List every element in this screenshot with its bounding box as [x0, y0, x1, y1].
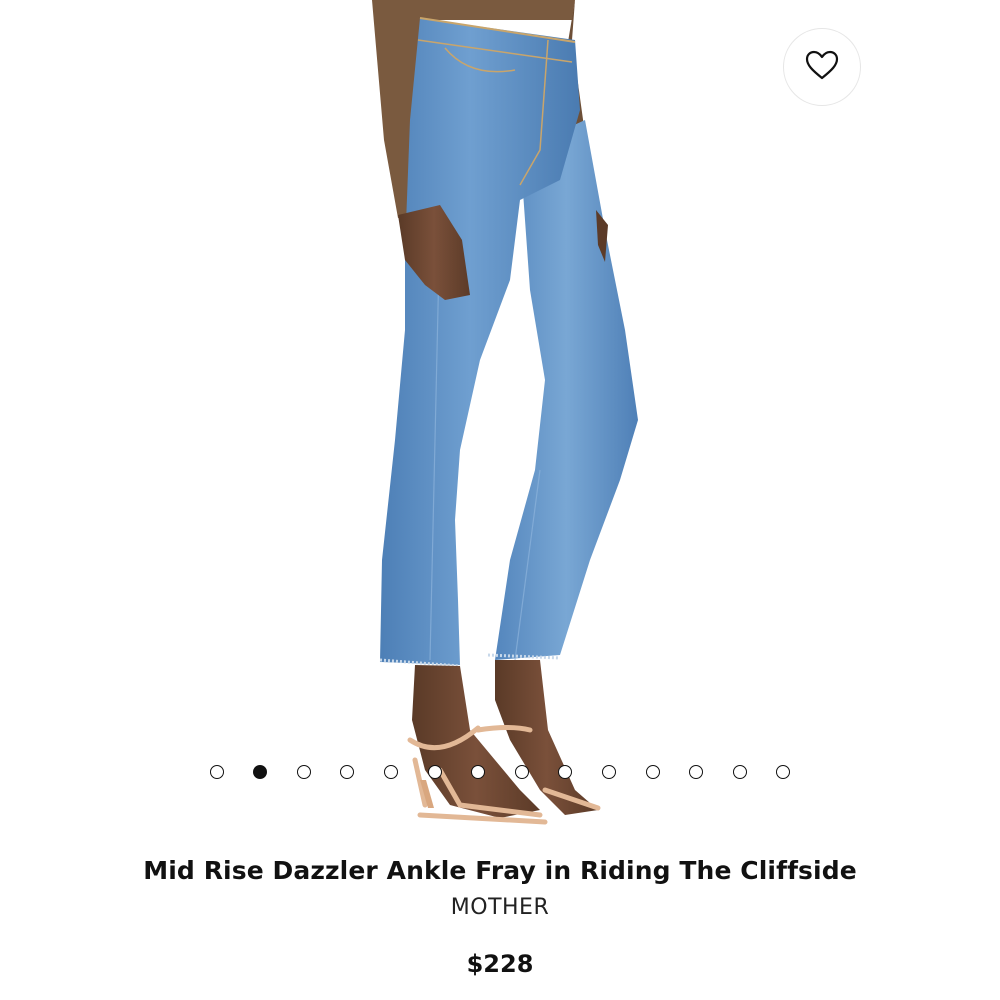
- product-price: $228: [466, 950, 534, 978]
- product-image-gallery[interactable]: [0, 0, 1000, 845]
- pagination-dot[interactable]: [558, 765, 573, 779]
- product-title[interactable]: Mid Rise Dazzler Ankle Fray in Riding Th…: [0, 856, 1000, 885]
- pagination-dot[interactable]: [645, 765, 660, 779]
- product-detail-page: Mid Rise Dazzler Ankle Fray in Riding Th…: [0, 0, 1000, 1000]
- pagination-dot[interactable]: [253, 765, 268, 779]
- product-brand[interactable]: MOTHER: [0, 895, 1000, 920]
- pagination-dot[interactable]: [340, 765, 355, 779]
- pagination-dot[interactable]: [384, 765, 399, 779]
- pagination-dot[interactable]: [296, 765, 311, 779]
- pagination-dot[interactable]: [689, 765, 704, 779]
- heart-outline-icon: [804, 49, 840, 85]
- favorite-button[interactable]: [783, 28, 861, 106]
- pagination-dot[interactable]: [514, 765, 529, 779]
- pagination-dot[interactable]: [776, 765, 791, 779]
- product-image[interactable]: [0, 0, 1000, 845]
- pagination-dot[interactable]: [427, 765, 442, 779]
- pagination-dot[interactable]: [601, 765, 616, 779]
- pagination-dot[interactable]: [732, 765, 747, 779]
- image-pagination-dots: [0, 765, 1000, 783]
- pagination-dot[interactable]: [471, 765, 486, 779]
- pagination-dot[interactable]: [209, 765, 224, 779]
